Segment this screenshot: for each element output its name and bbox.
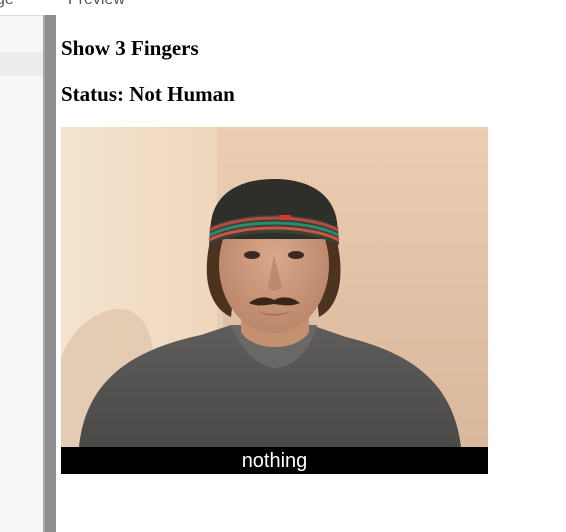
status-heading: Status: Not Human: [61, 82, 235, 106]
panel-resize-handle[interactable]: [43, 15, 56, 532]
resize-handle-edge: [43, 15, 45, 532]
tab-partial[interactable]: ge: [0, 0, 14, 9]
tab-preview[interactable]: Preview: [68, 0, 125, 9]
left-sidebar: [0, 15, 43, 532]
preview-pane: Show 3 Fingers Status: Not Human nothing: [56, 15, 566, 532]
top-tab-strip: ge Preview: [0, 0, 566, 15]
app-root: ge Preview Show 3 Fingers Status: Not Hu…: [0, 0, 566, 532]
sidebar-item-selected[interactable]: [0, 52, 43, 76]
instruction-heading: Show 3 Fingers: [61, 36, 199, 60]
prediction-caption: nothing: [61, 447, 488, 474]
webcam-video-feed: [61, 127, 488, 447]
webcam-frame-image: [61, 127, 488, 447]
